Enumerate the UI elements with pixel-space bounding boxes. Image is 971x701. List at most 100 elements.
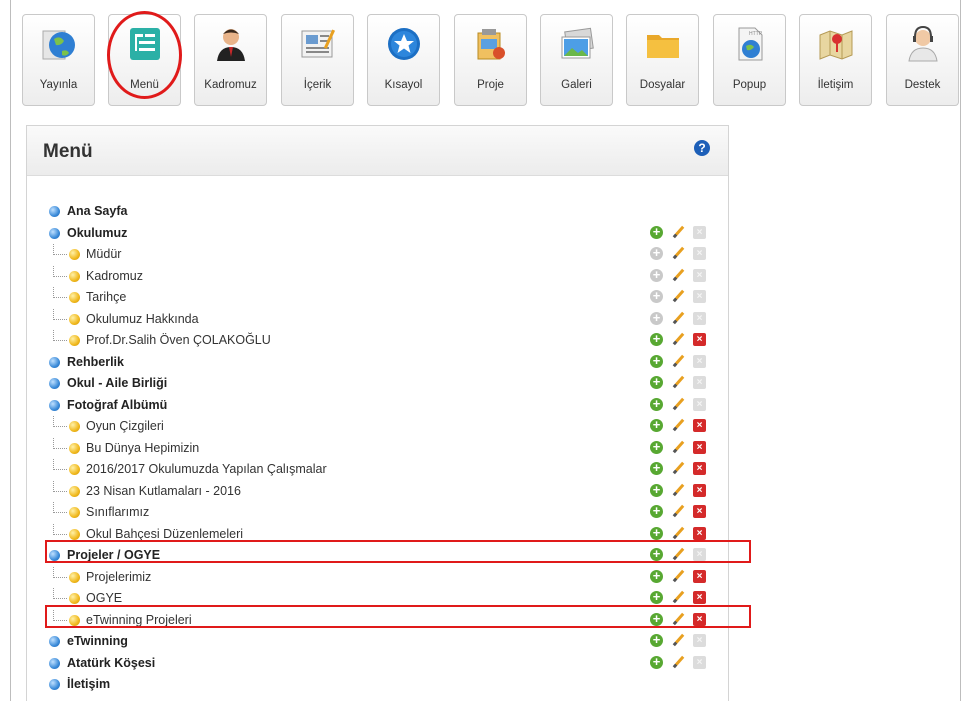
- edit-pencil-icon[interactable]: [672, 462, 685, 475]
- delete-icon[interactable]: ×: [693, 225, 706, 239]
- menu-item[interactable]: Bu Dünya Hepimizin + ×: [27, 437, 727, 459]
- add-icon[interactable]: +: [650, 633, 663, 647]
- delete-icon[interactable]: ×: [693, 634, 706, 647]
- menu-item-label[interactable]: Tarihçe: [86, 290, 126, 304]
- delete-icon[interactable]: ×: [693, 655, 706, 669]
- edit-pencil-icon[interactable]: [672, 484, 685, 497]
- menu-item[interactable]: Okul Bahçesi Düzenlemeleri + ×: [27, 523, 727, 545]
- menu-item[interactable]: Ana Sayfa: [27, 201, 727, 222]
- edit-pencil-icon[interactable]: [672, 226, 685, 239]
- add-icon[interactable]: +: [650, 483, 663, 497]
- edit-pencil-icon[interactable]: [672, 269, 685, 282]
- edit-pencil-icon[interactable]: [672, 441, 685, 454]
- menu-item[interactable]: 23 Nisan Kutlamaları - 2016 + ×: [27, 480, 727, 502]
- project-button[interactable]: Proje: [454, 14, 527, 106]
- menu-item-label[interactable]: Müdür: [86, 247, 121, 261]
- menu-item-label[interactable]: Rehberlik: [67, 355, 124, 369]
- menu-item-label[interactable]: Atatürk Köşesi: [67, 656, 155, 670]
- menu-item-label[interactable]: Projelerimiz: [86, 570, 151, 584]
- menu-item[interactable]: Okulumuz + ×: [27, 223, 727, 244]
- menu-item-label[interactable]: OGYE: [86, 591, 122, 605]
- menu-item[interactable]: Fotoğraf Albümü + ×: [27, 395, 727, 416]
- menu-item-label[interactable]: Okulumuz: [67, 226, 127, 240]
- menu-item-label[interactable]: eTwinning Projeleri: [86, 613, 192, 627]
- menu-item[interactable]: Rehberlik + ×: [27, 352, 727, 373]
- add-icon[interactable]: +: [650, 612, 663, 626]
- edit-pencil-icon[interactable]: [672, 290, 685, 303]
- add-icon[interactable]: +: [650, 590, 663, 604]
- menu-item-label[interactable]: Bu Dünya Hepimizin: [86, 441, 199, 455]
- menu-item-label[interactable]: Ana Sayfa: [67, 204, 127, 218]
- menu-item[interactable]: 2016/2017 Okulumuzda Yapılan Çalışmalar +…: [27, 459, 727, 480]
- content-button[interactable]: İçerik: [281, 14, 354, 106]
- add-icon[interactable]: +: [650, 332, 663, 346]
- menu-item-label[interactable]: Prof.Dr.Salih Öven ÇOLAKOĞLU: [86, 333, 271, 347]
- edit-pencil-icon[interactable]: [672, 613, 685, 626]
- menu-item[interactable]: Projeler / OGYE + ×: [27, 545, 727, 566]
- delete-icon[interactable]: ×: [693, 376, 706, 389]
- popup-button[interactable]: HTTP Popup: [713, 14, 786, 106]
- add-icon[interactable]: +: [650, 375, 663, 389]
- edit-pencil-icon[interactable]: [672, 570, 685, 583]
- delete-icon[interactable]: ×: [693, 483, 706, 497]
- delete-icon[interactable]: ×: [693, 247, 706, 260]
- menu-item-label[interactable]: Okul Bahçesi Düzenlemeleri: [86, 527, 243, 541]
- menu-item[interactable]: Tarihçe + ×: [27, 287, 727, 308]
- menu-item[interactable]: İletişim: [27, 674, 727, 695]
- edit-pencil-icon[interactable]: [672, 247, 685, 260]
- menu-item-label[interactable]: İletişim: [67, 677, 110, 691]
- delete-icon[interactable]: ×: [693, 354, 706, 368]
- menu-item[interactable]: eTwinning + ×: [27, 631, 727, 652]
- add-icon[interactable]: +: [650, 655, 663, 669]
- menu-item[interactable]: Oyun Çizgileri + ×: [27, 416, 727, 437]
- add-icon[interactable]: +: [650, 569, 663, 583]
- edit-pencil-icon[interactable]: [672, 656, 685, 669]
- add-icon[interactable]: +: [650, 440, 663, 454]
- delete-icon[interactable]: ×: [693, 419, 706, 432]
- add-icon[interactable]: +: [650, 547, 663, 561]
- menu-item-label[interactable]: Fotoğraf Albümü: [67, 398, 167, 412]
- delete-icon[interactable]: ×: [693, 268, 706, 282]
- delete-icon[interactable]: ×: [693, 462, 706, 475]
- menu-item-label[interactable]: Sınıflarımız: [86, 505, 149, 519]
- add-icon[interactable]: +: [650, 289, 663, 303]
- add-icon[interactable]: +: [650, 268, 663, 282]
- menu-item[interactable]: Okul - Aile Birliği + ×: [27, 373, 727, 394]
- menu-item[interactable]: OGYE + ×: [27, 588, 727, 609]
- edit-pencil-icon[interactable]: [672, 505, 685, 518]
- edit-pencil-icon[interactable]: [672, 548, 685, 561]
- menu-item-label[interactable]: 23 Nisan Kutlamaları - 2016: [86, 484, 241, 498]
- menu-item[interactable]: Sınıflarımız + ×: [27, 502, 727, 523]
- delete-icon[interactable]: ×: [693, 397, 706, 411]
- files-button[interactable]: Dosyalar: [626, 14, 699, 106]
- add-icon[interactable]: +: [650, 246, 663, 260]
- add-icon[interactable]: +: [650, 461, 663, 475]
- delete-icon[interactable]: ×: [693, 440, 706, 454]
- delete-icon[interactable]: ×: [693, 333, 706, 346]
- edit-pencil-icon[interactable]: [672, 591, 685, 604]
- menu-item-label[interactable]: Okulumuz Hakkında: [86, 312, 199, 326]
- add-icon[interactable]: +: [650, 397, 663, 411]
- menu-item-label[interactable]: eTwinning: [67, 634, 128, 648]
- delete-icon[interactable]: ×: [693, 591, 706, 604]
- menu-button[interactable]: Menü: [108, 14, 181, 106]
- delete-icon[interactable]: ×: [693, 526, 706, 540]
- menu-item-label[interactable]: Oyun Çizgileri: [86, 419, 164, 433]
- menu-item[interactable]: Prof.Dr.Salih Öven ÇOLAKOĞLU + ×: [27, 330, 727, 351]
- menu-item-label[interactable]: Projeler / OGYE: [67, 548, 160, 562]
- delete-icon[interactable]: ×: [693, 311, 706, 325]
- menu-item-label[interactable]: Okul - Aile Birliği: [67, 376, 167, 390]
- menu-item-label[interactable]: Kadromuz: [86, 269, 143, 283]
- menu-item[interactable]: eTwinning Projeleri + ×: [27, 609, 727, 631]
- publish-button[interactable]: Yayınla: [22, 14, 95, 106]
- delete-icon[interactable]: ×: [693, 548, 706, 561]
- delete-icon[interactable]: ×: [693, 290, 706, 303]
- help-icon[interactable]: ?: [694, 140, 710, 156]
- edit-pencil-icon[interactable]: [672, 634, 685, 647]
- contact-button[interactable]: İletişim: [799, 14, 872, 106]
- add-icon[interactable]: +: [650, 311, 663, 325]
- add-icon[interactable]: +: [650, 225, 663, 239]
- edit-pencil-icon[interactable]: [672, 312, 685, 325]
- add-icon[interactable]: +: [650, 354, 663, 368]
- menu-item-label[interactable]: 2016/2017 Okulumuzda Yapılan Çalışmalar: [86, 462, 327, 476]
